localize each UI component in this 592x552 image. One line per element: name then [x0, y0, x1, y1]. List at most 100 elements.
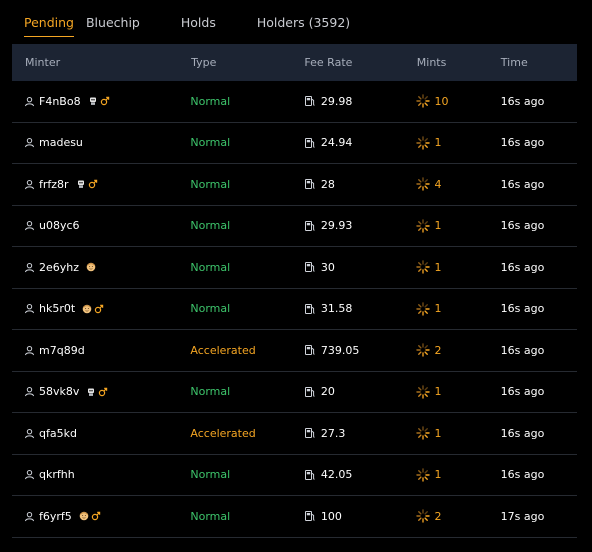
table-row[interactable]: qfa5kd Accelerated 27.3 1 16s ago	[12, 413, 577, 455]
minter-name-link[interactable]: f6yrf5	[39, 510, 72, 523]
fuel-pump-icon	[304, 510, 316, 522]
table-row[interactable]: qkrfhh Normal 42.05 1 16s ago	[12, 455, 577, 496]
minter-cell: frfz8r	[12, 178, 190, 191]
column-header-minter[interactable]: Minter	[12, 56, 191, 69]
minter-cell: u08yc6	[12, 219, 190, 232]
fee-rate-cell: 29.93	[304, 219, 417, 232]
fuel-pump-icon	[304, 178, 316, 190]
mints-count: 1	[434, 260, 442, 274]
fuel-pump-icon	[304, 427, 316, 439]
mints-count: 2	[434, 343, 442, 357]
minter-cell: 58vk8v	[12, 385, 190, 398]
fee-rate-value: 31.58	[320, 302, 353, 316]
robot-icon	[88, 96, 98, 106]
table-row[interactable]: madesu Normal 24.94 1 16s ago	[12, 123, 577, 164]
tab-pending[interactable]: Pending	[12, 0, 80, 44]
column-header-type[interactable]: Type	[191, 56, 304, 69]
mints-cell: 1	[416, 468, 500, 482]
mints-count: 4	[434, 177, 442, 191]
minter-cell: f6yrf5	[12, 510, 190, 523]
column-header-mints[interactable]: Mints	[417, 56, 501, 69]
tab-holds[interactable]: Holds	[169, 0, 228, 44]
fee-rate-cell: 739.05	[304, 344, 417, 357]
fee-rate-value: 100	[320, 509, 342, 523]
user-icon	[24, 262, 35, 273]
type-cell: Normal	[190, 260, 231, 274]
time-cell: 16s ago	[500, 136, 545, 150]
fee-rate-value: 42.05	[320, 468, 353, 482]
table-row[interactable]: f6yrf5 Normal 100 2 17s ago	[12, 496, 577, 538]
loading-spinner-icon	[416, 94, 431, 108]
time-cell: 17s ago	[500, 509, 545, 523]
minter-name-link[interactable]: hk5r0t	[39, 302, 75, 315]
table-row[interactable]: 2e6yhz Normal 30 1 16s ago	[12, 247, 577, 289]
minter-name-link[interactable]: madesu	[39, 136, 83, 149]
mints-count: 1	[434, 426, 442, 440]
user-icon	[24, 303, 35, 314]
loading-spinner-icon	[416, 219, 431, 233]
fuel-pump-icon	[304, 386, 316, 398]
face-icon	[82, 304, 92, 314]
time-cell: 16s ago	[500, 385, 545, 399]
type-cell: Normal	[190, 219, 231, 233]
male-icon	[100, 96, 110, 106]
robot-icon	[86, 387, 96, 397]
fee-rate-cell: 28	[304, 178, 417, 191]
table-row[interactable]: u08yc6 Normal 29.93 1 16s ago	[12, 206, 577, 247]
fuel-pump-icon	[304, 220, 316, 232]
loading-spinner-icon	[416, 385, 431, 399]
table-body: F4nBo8 Normal 29.98 10 16s ago madesu Normal 24…	[12, 81, 577, 538]
fee-rate-value: 20	[320, 385, 335, 399]
fuel-pump-icon	[304, 137, 316, 149]
mints-count: 1	[434, 468, 442, 482]
time-cell: 16s ago	[500, 468, 545, 482]
mints-cell: 10	[416, 94, 500, 108]
minter-name-link[interactable]: 58vk8v	[39, 385, 79, 398]
loading-spinner-icon	[416, 136, 431, 150]
loading-spinner-icon	[416, 260, 431, 274]
table-row[interactable]: F4nBo8 Normal 29.98 10 16s ago	[12, 81, 577, 123]
fee-rate-value: 28	[320, 177, 335, 191]
minter-cell: m7q89d	[12, 344, 190, 357]
column-header-fee-rate[interactable]: Fee Rate	[304, 56, 416, 69]
tab-holders[interactable]: Holders (3592)	[245, 0, 362, 44]
tab-bluechip[interactable]: Bluechip	[80, 0, 152, 44]
minter-name-link[interactable]: qfa5kd	[39, 427, 77, 440]
loading-spinner-icon	[416, 468, 431, 482]
robot-icon	[76, 179, 86, 189]
loading-spinner-icon	[416, 426, 431, 440]
minter-name-link[interactable]: 2e6yhz	[39, 261, 79, 274]
male-icon	[98, 387, 108, 397]
fee-rate-value: 24.94	[320, 136, 353, 150]
type-cell: Accelerated	[190, 343, 256, 357]
minter-cell: hk5r0t	[12, 302, 190, 315]
table-row[interactable]: frfz8r Normal 28 4 16s ago	[12, 164, 577, 206]
table-row[interactable]: hk5r0t Normal 31.58 1 16s ago	[12, 289, 577, 330]
user-icon	[24, 345, 35, 356]
loading-spinner-icon	[416, 302, 431, 316]
fee-rate-cell: 27.3	[304, 427, 417, 440]
column-header-time[interactable]: Time	[501, 56, 577, 69]
mints-cell: 1	[416, 426, 500, 440]
time-cell: 16s ago	[500, 94, 545, 108]
table-row[interactable]: m7q89d Accelerated 739.05 2 16s ago	[12, 330, 577, 372]
time-cell: 16s ago	[500, 426, 545, 440]
minter-name-link[interactable]: frfz8r	[39, 178, 69, 191]
user-icon	[24, 179, 35, 190]
mints-cell: 1	[416, 385, 500, 399]
fee-rate-cell: 24.94	[304, 136, 417, 149]
minter-name-link[interactable]: qkrfhh	[39, 468, 75, 481]
time-cell: 16s ago	[500, 343, 545, 357]
minter-name-link[interactable]: m7q89d	[39, 344, 85, 357]
minter-cell: F4nBo8	[12, 95, 190, 108]
table-row[interactable]: 58vk8v Normal 20 1 16s ago	[12, 372, 577, 413]
fee-rate-value: 739.05	[320, 343, 360, 357]
fee-rate-cell: 31.58	[304, 302, 417, 315]
face-icon	[86, 262, 96, 272]
minter-name-link[interactable]: u08yc6	[39, 219, 80, 232]
type-cell: Normal	[190, 177, 231, 191]
tab-bar: Pending Bluechip Holds Holders (3592)	[12, 0, 379, 44]
minter-name-link[interactable]: F4nBo8	[39, 95, 81, 108]
mints-count: 1	[434, 385, 442, 399]
fee-rate-value: 27.3	[320, 426, 346, 440]
